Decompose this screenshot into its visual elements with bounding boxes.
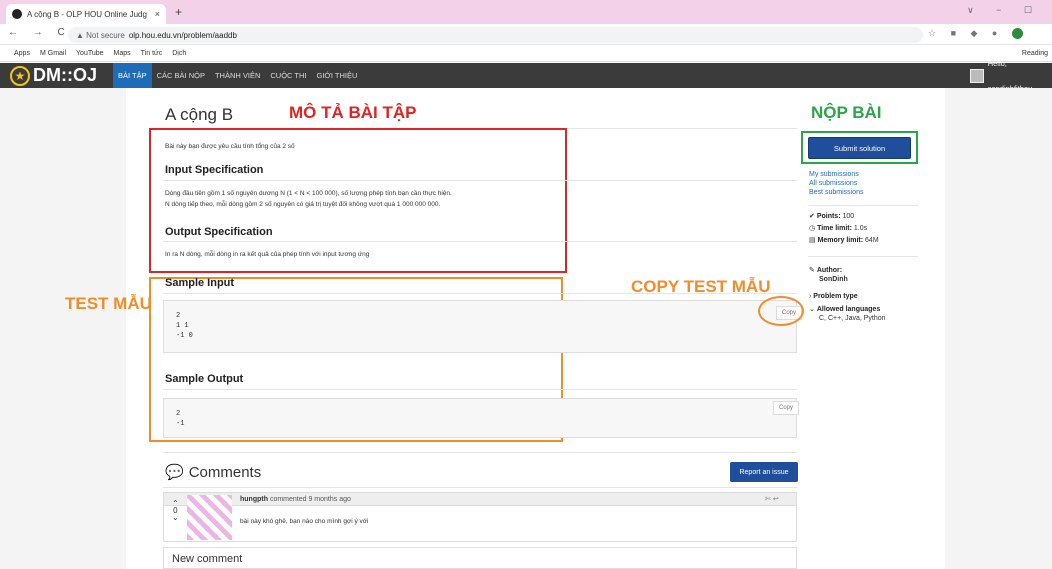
copy-sample-output-button[interactable]: Copy — [773, 401, 800, 415]
chevron-down-icon: ⌄ — [809, 306, 817, 313]
vote-controls: ⌃ 0 ⌄ — [172, 500, 179, 522]
site-logo[interactable]: ★ DM::OJ — [10, 64, 97, 87]
divider — [163, 241, 797, 242]
clock-icon: ◷ — [809, 225, 818, 232]
nav-buttons[interactable]: ← → C — [8, 27, 71, 38]
main-menu: BÀI TẬP CÁC BÀI NỘP THÀNH VIÊN CUỘC THI … — [113, 63, 362, 88]
my-submissions-link[interactable]: My submissions — [809, 170, 863, 179]
right-gutter — [945, 88, 1052, 569]
sample-output-heading: Sample Output — [165, 373, 244, 385]
points-row: ✔ Points: 100 — [809, 213, 855, 220]
bookmark-news[interactable]: Tin tức — [141, 50, 163, 57]
all-submissions-link[interactable]: All submissions — [809, 179, 863, 188]
tab-title: A cộng B - OLP HOU Online Judg — [27, 9, 147, 19]
bookmark-youtube[interactable]: YouTube — [76, 50, 104, 57]
star-logo-icon: ★ — [10, 65, 30, 86]
commenter-avatar[interactable] — [187, 495, 232, 540]
comments-icon: 💬 — [165, 464, 184, 481]
annotation-copy-test: COPY TEST MẪU — [631, 277, 771, 296]
left-gutter — [0, 88, 126, 569]
sample-input-code[interactable]: 2 1 1 -1 0 — [164, 301, 796, 341]
divider — [163, 293, 797, 294]
sample-input-block[interactable]: 2 1 1 -1 0 — [163, 300, 797, 353]
menu-item-problems[interactable]: BÀI TẬP — [113, 63, 152, 88]
problem-meta: ✎ Author: SonDinh › Problem type ⌄ Allow… — [809, 266, 886, 323]
annotation-describe: MÔ TẢ BÀI TẬP — [289, 103, 417, 122]
problem-limits: ✔ Points: 100 ◷ Time limit: 1.0s ▤ Memor… — [809, 212, 879, 245]
window-controls[interactable]: ∨ − ☐ — [967, 5, 1042, 16]
comment-meta: hungpth commented 9 months ago — [240, 496, 351, 503]
input-spec-line1: Dòng đầu tiên gồm 1 số nguyên dương N (1… — [165, 190, 452, 197]
bookmark-gmail[interactable]: M Gmail — [40, 50, 66, 57]
divider — [808, 256, 918, 257]
edit-icon: ✎ — [809, 267, 817, 274]
output-spec-heading: Output Specification — [165, 226, 273, 238]
tab-close-icon[interactable]: × — [155, 9, 160, 19]
memory-limit-row: ▤ Memory limit: 64M — [809, 237, 879, 244]
divider — [163, 389, 797, 390]
time-limit-row: ◷ Time limit: 1.0s — [809, 225, 868, 232]
sample-output-code[interactable]: 2 -1 — [164, 399, 796, 429]
author-name[interactable]: SonDinh — [809, 275, 886, 284]
annotation-submit: NỘP BÀI — [811, 103, 882, 122]
output-spec-line: In ra N dòng, mỗi dòng in ra kết quả của… — [165, 251, 370, 258]
comment-text: bài này khó ghê, bạn nào cho mình gợi ý … — [240, 518, 369, 525]
divider — [163, 452, 797, 453]
extension-icons[interactable]: ☆ ■ ◆ ● — [928, 28, 1023, 40]
new-comment-box[interactable]: New comment — [163, 547, 797, 569]
comment-actions: ✄ ↩ — [765, 495, 779, 503]
submit-solution-button[interactable]: Submit solution — [808, 137, 911, 159]
new-tab-button[interactable]: + — [175, 5, 182, 19]
report-issue-button[interactable]: Report an issue — [730, 462, 798, 482]
bookmark-maps[interactable]: Maps — [114, 50, 131, 57]
comments-heading-text: Comments — [188, 463, 262, 481]
not-secure-label[interactable]: ▲ Not secure — [76, 31, 125, 40]
annotation-copy-circle — [758, 296, 804, 326]
input-spec-heading: Input Specification — [165, 164, 264, 176]
comment-author[interactable]: hungpth — [240, 496, 268, 503]
site-favicon-icon — [12, 9, 22, 19]
browser-tab[interactable]: A cộng B - OLP HOU Online Judg × — [6, 4, 166, 24]
best-submissions-link[interactable]: Best submissions — [809, 188, 863, 197]
menu-item-contests[interactable]: CUỘC THI — [265, 63, 311, 88]
problem-intro: Bài này bạn được yêu cầu tính tổng của 2… — [165, 143, 295, 150]
profile-avatar-icon[interactable] — [1011, 28, 1023, 40]
sample-input-heading: Sample Input — [165, 277, 235, 289]
sample-output-block[interactable]: 2 -1 — [163, 398, 797, 438]
problem-type-toggle[interactable]: › Problem type — [809, 292, 886, 301]
page-title: A cộng B — [165, 105, 234, 124]
reply-icon[interactable]: ↩ — [773, 496, 779, 503]
bookmarks-bar: Apps M Gmail YouTube Maps Tin tức Dịch R… — [0, 45, 1052, 62]
comment-time: commented 9 months ago — [269, 496, 351, 503]
link-icon[interactable]: ✄ — [765, 496, 771, 503]
languages-toggle[interactable]: ⌄ Allowed languages — [809, 305, 886, 314]
comments-heading: 💬 Comments — [165, 463, 262, 482]
annotation-test: TEST MẪU — [65, 294, 152, 313]
menu-item-users[interactable]: THÀNH VIÊN — [210, 63, 265, 88]
divider — [163, 180, 797, 181]
user-greeting[interactable]: Hello, sondinhfithou — [970, 59, 1052, 93]
allowed-languages: C, C++, Java, Python — [819, 315, 886, 322]
memory-icon: ▤ — [809, 237, 818, 244]
bookmark-translate[interactable]: Dịch — [172, 50, 186, 57]
author-row: ✎ Author: — [809, 267, 843, 274]
divider — [808, 205, 918, 206]
menu-item-about[interactable]: GIỚI THIỆU — [312, 63, 363, 88]
address-bar[interactable]: ▲ Not secure olp.hou.edu.vn/problem/aadd… — [68, 27, 923, 43]
url-text[interactable]: olp.hou.edu.vn/problem/aaddb — [129, 31, 237, 40]
divider — [163, 487, 797, 488]
user-avatar[interactable] — [970, 68, 984, 83]
check-icon: ✔ — [809, 213, 817, 220]
logo-text: DM::OJ — [33, 65, 97, 85]
menu-item-submissions[interactable]: CÁC BÀI NỘP — [152, 63, 210, 88]
bookmark-apps[interactable]: Apps — [14, 50, 30, 57]
submission-links: My submissions All submissions Best subm… — [809, 170, 863, 197]
input-spec-line2: N dòng tiếp theo, mỗi dòng gồm 2 số nguy… — [165, 201, 441, 208]
downvote-icon[interactable]: ⌄ — [172, 514, 179, 522]
